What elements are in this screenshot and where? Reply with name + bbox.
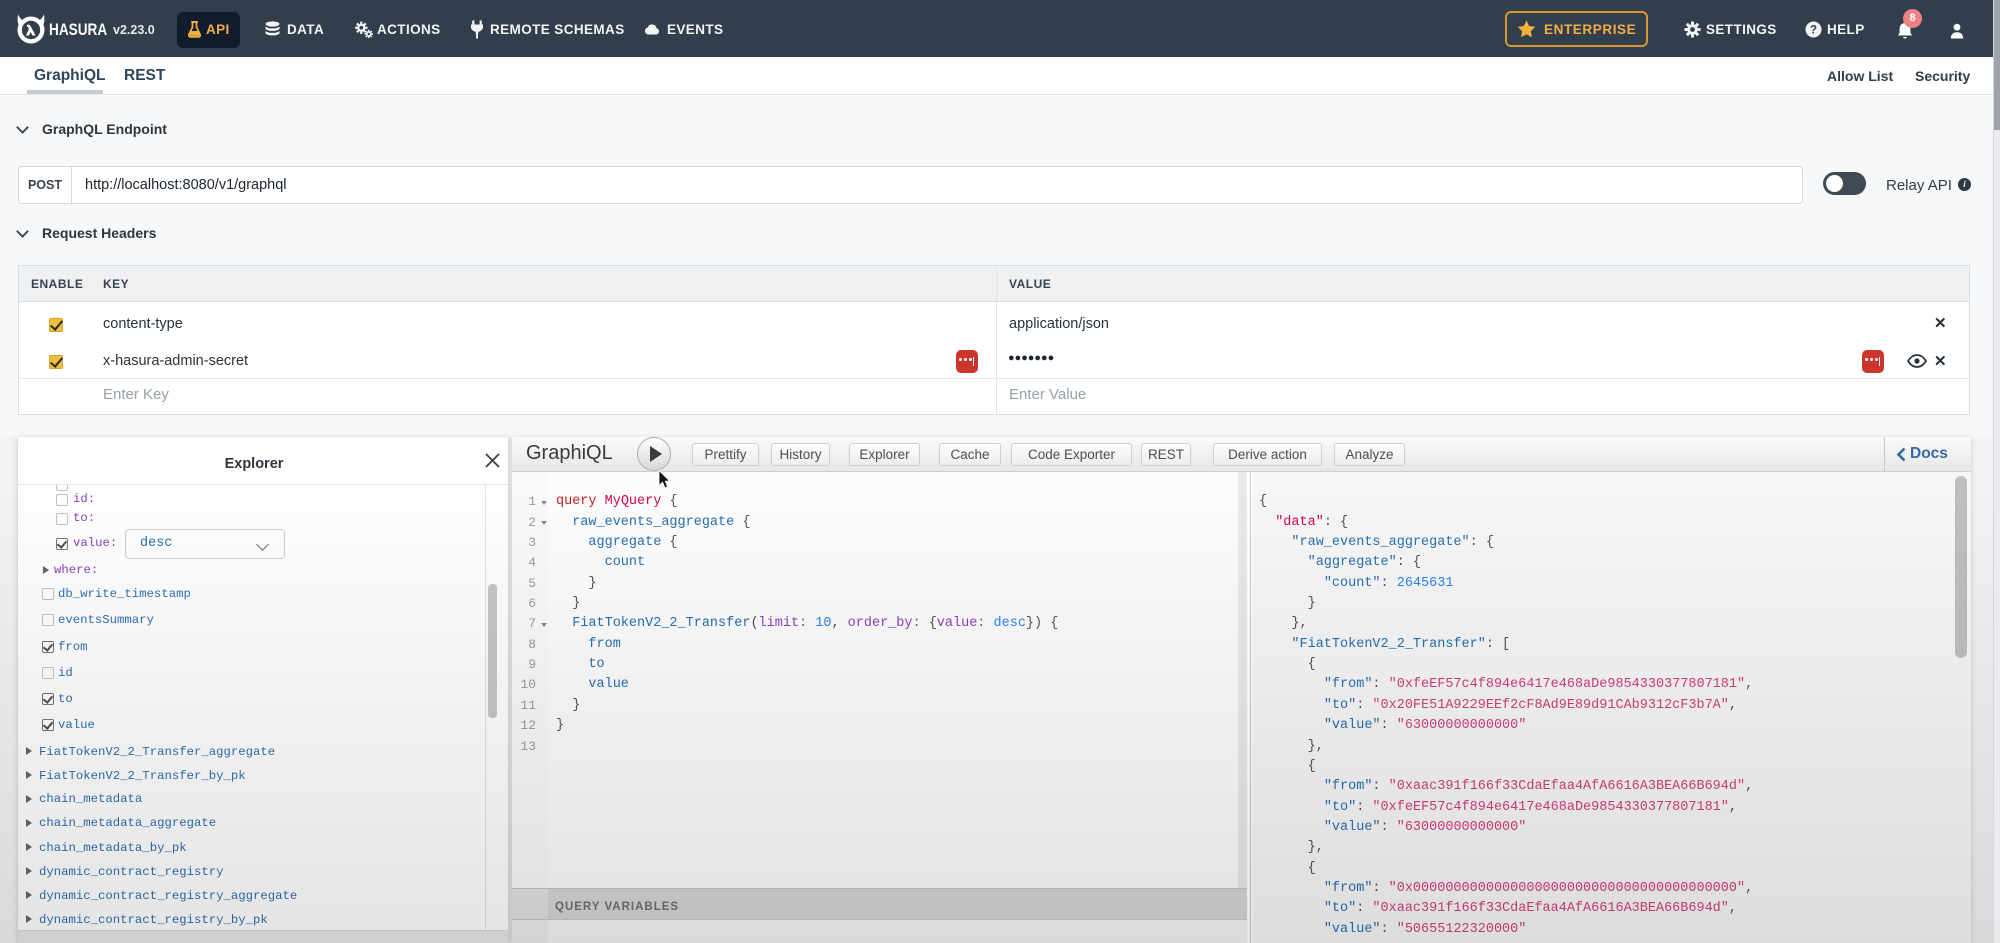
svg-text:?: ?: [1810, 25, 1817, 37]
